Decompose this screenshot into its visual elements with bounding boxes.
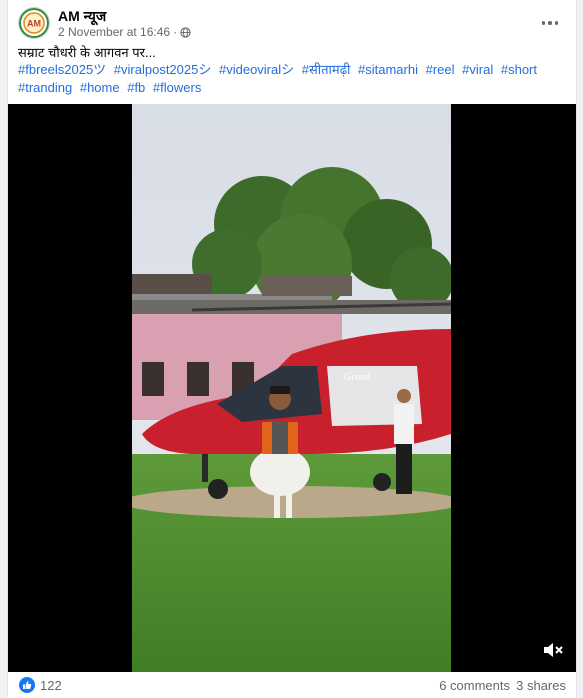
like-reaction-icon[interactable] <box>19 677 35 693</box>
hashtag-link[interactable]: #सीतामढ़ी <box>302 62 351 77</box>
dot-icon <box>541 21 546 25</box>
helicopter-brand-text: Grand <box>344 372 371 383</box>
hashtag-list: #fbreels2025ツ #viralpost2025シ #videovira… <box>18 61 560 97</box>
hashtag-link[interactable]: #home <box>80 80 120 95</box>
hashtag-link[interactable]: #fbreels2025ツ <box>18 62 106 77</box>
logo-icon: AM <box>19 8 49 38</box>
meta-separator: · <box>173 25 178 39</box>
post-footer: 122 6 comments 3 shares <box>8 672 576 698</box>
hashtag-link[interactable]: #tranding <box>18 80 72 95</box>
reaction-count[interactable]: 122 <box>40 678 62 693</box>
hashtag-link[interactable]: #flowers <box>153 80 201 95</box>
comments-count-link[interactable]: 6 comments <box>439 678 510 693</box>
post-meta: 2 November at 16:46 · <box>58 25 191 39</box>
page-name[interactable]: AM न्यूज <box>58 7 106 26</box>
video-still-image: Grand <box>132 104 451 672</box>
shares-count-link[interactable]: 3 shares <box>516 678 566 693</box>
hashtag-link[interactable]: #viral <box>462 62 493 77</box>
page-avatar[interactable]: AM <box>18 7 50 39</box>
video-player[interactable]: Grand <box>8 104 576 672</box>
hashtag-link[interactable]: #viralpost2025シ <box>114 62 212 77</box>
dot-icon <box>548 21 552 25</box>
hashtag-link[interactable]: #videoviralシ <box>219 62 294 77</box>
hashtag-link[interactable]: #reel <box>426 62 455 77</box>
dot-icon <box>554 21 559 25</box>
post-caption: सम्राट चौधरी के आगवन पर... <box>18 45 156 60</box>
logo-text: AM <box>27 19 41 29</box>
guard-illustration <box>394 389 414 494</box>
post-header: AM AM न्यूज 2 November at 16:46 · <box>18 7 566 41</box>
globe-icon <box>180 26 191 38</box>
post-timestamp[interactable]: 2 November at 16:46 <box>58 25 170 39</box>
video-frame: Grand <box>132 104 451 672</box>
thumbs-up-icon <box>23 681 32 689</box>
more-options-button[interactable] <box>538 13 562 33</box>
mute-icon[interactable] <box>542 640 564 660</box>
hashtag-link[interactable]: #fb <box>127 80 145 95</box>
hashtag-link[interactable]: #short <box>501 62 537 77</box>
facebook-post: AM AM न्यूज 2 November at 16:46 · सम्राट… <box>7 0 577 698</box>
hashtag-link[interactable]: #sitamarhi <box>358 62 418 77</box>
